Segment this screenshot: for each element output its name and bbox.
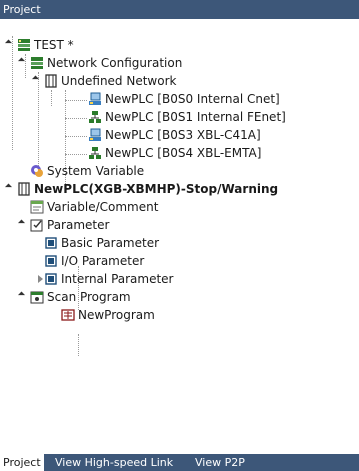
tree-node-label: NewPLC(XGB-XBMHP)-Stop/Warning bbox=[34, 182, 279, 196]
panel-title: Project bbox=[0, 0, 359, 19]
tree-node-io-parameter[interactable]: I/O Parameter bbox=[0, 252, 200, 270]
tree-node-net-item[interactable]: NewPLC [B0S3 XBL-C41A] bbox=[0, 126, 261, 144]
project-tree[interactable]: TEST * Network Configuration Undefined N… bbox=[0, 19, 359, 454]
tree-node-label: Scan Program bbox=[47, 290, 131, 304]
fenet-module-icon bbox=[88, 110, 102, 124]
tab-project[interactable]: Project bbox=[0, 454, 44, 471]
tree-node-net-item[interactable]: NewPLC [B0S4 XBL-EMTA] bbox=[0, 144, 262, 162]
tree-node-plc[interactable]: NewPLC(XGB-XBMHP)-Stop/Warning bbox=[0, 180, 300, 198]
tree-node-net-item[interactable]: NewPLC [B0S1 Internal FEnet] bbox=[0, 108, 286, 126]
tree-node-variable-comment[interactable]: Variable/Comment bbox=[0, 198, 200, 216]
bottom-tab-bar: Project View High-speed Link View P2P bbox=[0, 454, 359, 471]
tree-node-label: NewPLC [B0S3 XBL-C41A] bbox=[105, 128, 261, 142]
expand-toggle[interactable] bbox=[4, 39, 13, 47]
program-icon bbox=[61, 308, 75, 322]
tree-node-network-configuration[interactable]: Network Configuration bbox=[0, 54, 200, 72]
network-icon bbox=[30, 56, 44, 70]
expand-toggle[interactable] bbox=[4, 183, 13, 191]
project-icon bbox=[17, 38, 31, 52]
tree-line bbox=[78, 334, 79, 356]
expand-toggle[interactable] bbox=[17, 219, 26, 227]
plc-icon bbox=[17, 182, 31, 196]
tree-node-root[interactable]: TEST * bbox=[0, 36, 100, 54]
tree-node-parameter[interactable]: Parameter bbox=[0, 216, 200, 234]
basic-parameter-icon bbox=[44, 236, 58, 250]
tree-node-label: Parameter bbox=[47, 218, 110, 232]
tree-node-label: I/O Parameter bbox=[61, 254, 145, 268]
tree-node-system-variable[interactable]: System Variable bbox=[0, 162, 200, 180]
tree-node-label: System Variable bbox=[47, 164, 145, 178]
tree-node-label: Variable/Comment bbox=[47, 200, 159, 214]
io-parameter-icon bbox=[44, 254, 58, 268]
tree-node-label: Network Configuration bbox=[47, 56, 183, 70]
tree-node-internal-parameter[interactable]: Internal Parameter bbox=[0, 270, 220, 288]
expand-toggle[interactable] bbox=[17, 57, 26, 65]
plc-icon bbox=[44, 74, 58, 88]
tree-node-label: Basic Parameter bbox=[61, 236, 160, 250]
tree-node-label: NewPLC [B0S0 Internal Cnet] bbox=[105, 92, 280, 106]
cnet-module-icon bbox=[88, 92, 102, 106]
tree-node-label: Undefined Network bbox=[61, 74, 177, 88]
tab-view-high-speed-link[interactable]: View High-speed Link bbox=[52, 454, 176, 471]
tree-node-label: NewPLC [B0S4 XBL-EMTA] bbox=[105, 146, 262, 160]
tree-node-label: NewPLC [B0S1 Internal FEnet] bbox=[105, 110, 286, 124]
system-variable-icon bbox=[30, 164, 44, 178]
internal-parameter-icon bbox=[44, 272, 58, 286]
scan-program-icon bbox=[30, 290, 44, 304]
tree-node-net-item[interactable]: NewPLC [B0S0 Internal Cnet] bbox=[0, 90, 280, 108]
fenet-module-icon bbox=[88, 146, 102, 160]
tree-node-undefined-network[interactable]: Undefined Network bbox=[0, 72, 200, 90]
tree-node-basic-parameter[interactable]: Basic Parameter bbox=[0, 234, 200, 252]
tree-node-label: NewProgram bbox=[78, 308, 155, 322]
tree-node-label: TEST * bbox=[34, 38, 74, 52]
expand-toggle[interactable] bbox=[38, 275, 43, 283]
tree-node-new-program[interactable]: NewProgram bbox=[0, 306, 200, 324]
tree-node-label: Internal Parameter bbox=[61, 272, 174, 286]
expand-toggle[interactable] bbox=[17, 291, 26, 299]
tab-view-p2p[interactable]: View P2P bbox=[192, 454, 248, 471]
tree-node-scan-program[interactable]: Scan Program bbox=[0, 288, 200, 306]
cnet-module-icon bbox=[88, 128, 102, 142]
parameter-icon bbox=[30, 218, 44, 232]
variable-comment-icon bbox=[30, 200, 44, 214]
expand-toggle[interactable] bbox=[31, 75, 40, 83]
